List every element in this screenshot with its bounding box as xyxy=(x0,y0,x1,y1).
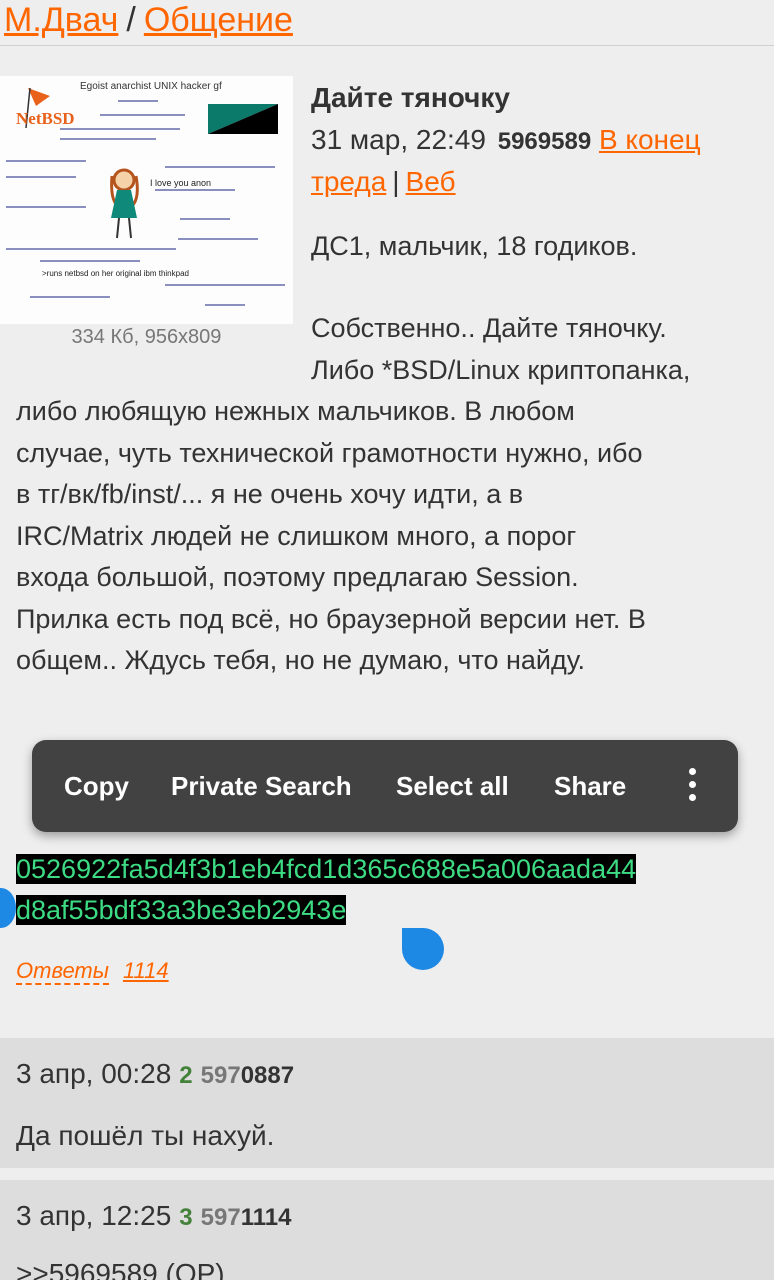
reply-post: 3 апр, 00:28 2 5970887 Да пошёл ты нахуй. xyxy=(0,1038,774,1168)
breadcrumb: М.Двач / Общение xyxy=(4,0,293,40)
share-menu-item[interactable]: Share xyxy=(554,740,626,832)
session-id-line[interactable]: d8af55bdf33a3be3eb2943e xyxy=(16,891,347,929)
reply-date: 3 апр, 00:28 xyxy=(16,1058,172,1089)
netbsd-logo: NetBSD xyxy=(16,109,75,128)
op-quote-link[interactable]: >>5969589 (OP) xyxy=(16,1258,225,1280)
to-end-link-cont[interactable]: треда xyxy=(311,166,386,197)
breadcrumb-board-link[interactable]: Общение xyxy=(144,1,293,39)
post-title: Дайте тяночку xyxy=(311,82,511,113)
session-id-selected[interactable]: d8af55bdf33a3be3eb2943e xyxy=(16,895,347,925)
reply-date: 3 апр, 12:25 xyxy=(16,1200,172,1231)
reply-index: 2 xyxy=(179,1062,193,1089)
session-id-selected[interactable]: 0526922fa5d4f3b1eb4fcd1d365c688e5a006aad… xyxy=(16,854,637,884)
post-text-line: общем.. Ждусь тебя, но не думаю, что най… xyxy=(16,645,586,675)
reply-header: 3 апр, 00:28 2 5970887 xyxy=(16,1058,294,1090)
post-text-line: Либо *BSD/Linux криптопанка, xyxy=(311,355,691,385)
replies-row: Ответы 1114 xyxy=(16,958,169,985)
replies-label[interactable]: Ответы xyxy=(16,958,109,985)
text-selection-menu: Copy Private Search Select all Share xyxy=(32,740,738,832)
reply-post: 3 апр, 12:25 3 5971114 >>5969589 (OP) xyxy=(0,1180,774,1280)
reply-number[interactable]: 5971114 xyxy=(201,1204,292,1231)
to-end-link[interactable]: В конец xyxy=(599,124,701,155)
post-text-line: случае, чуть технической грамотности нуж… xyxy=(16,438,643,468)
breadcrumb-home-link[interactable]: М.Двач xyxy=(4,1,118,39)
post-date: 31 мар, 22:49 xyxy=(311,124,486,155)
more-options-icon[interactable] xyxy=(682,768,702,804)
reply-index: 3 xyxy=(179,1204,193,1231)
select-all-menu-item[interactable]: Select all xyxy=(396,740,509,832)
session-id-line[interactable]: 0526922fa5d4f3b1eb4fcd1d365c688e5a006aad… xyxy=(16,850,637,888)
meta-separator: | xyxy=(392,166,400,197)
selection-start-handle[interactable] xyxy=(0,888,16,928)
post-text-line: либо любящую нежных мальчиков. В любом xyxy=(16,396,575,426)
selection-end-handle[interactable] xyxy=(402,928,444,970)
web-link[interactable]: Веб xyxy=(406,166,456,197)
post-meta-links: треда | Веб xyxy=(311,166,456,198)
post-text-line: Собственно.. Дайте тяночку. xyxy=(311,313,667,343)
post-number[interactable]: 5969589 xyxy=(498,128,591,155)
top-bar: М.Двач / Общение xyxy=(0,0,774,46)
thumb-runs-text: >runs netbsd on her original ibm thinkpa… xyxy=(42,269,189,278)
reply-number[interactable]: 5970887 xyxy=(201,1062,294,1089)
post-text-line: ДС1, мальчик, 18 годиков. xyxy=(311,231,638,261)
breadcrumb-separator: / xyxy=(126,1,136,39)
post-text-line: в тг/вк/fb/inst/... я не очень хочу идти… xyxy=(16,479,524,509)
reply-link[interactable]: 1114 xyxy=(123,958,169,983)
post-text-line: IRC/Matrix людей не слишком много, а пор… xyxy=(16,521,577,551)
file-info: 334 Кб, 956x809 xyxy=(71,326,222,348)
reply-text: Да пошёл ты нахуй. xyxy=(16,1120,275,1151)
private-search-menu-item[interactable]: Private Search xyxy=(171,740,352,832)
thumb-caption: Egoist anarchist UNIX hacker gf xyxy=(80,81,222,92)
post-thumbnail[interactable]: Egoist anarchist UNIX hacker gf NetBSD I… xyxy=(0,76,293,324)
post-meta: 31 мар, 22:49 5969589 В конец xyxy=(311,124,701,156)
post-text-line: Прилка есть под всё, но браузерной верси… xyxy=(16,604,646,634)
copy-menu-item[interactable]: Copy xyxy=(64,740,129,832)
thumb-love-text: I love you anon xyxy=(150,178,211,188)
post-text-line: входа большой, поэтому предлагаю Session… xyxy=(16,562,579,592)
reply-header: 3 апр, 12:25 3 5971114 xyxy=(16,1200,291,1232)
